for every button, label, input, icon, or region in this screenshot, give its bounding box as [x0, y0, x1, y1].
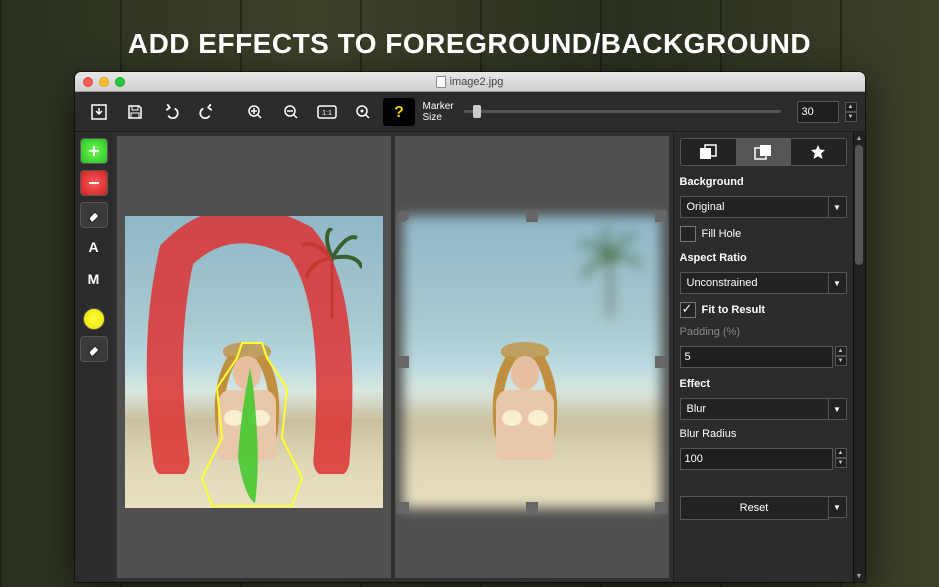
- window-title: image2.jpg: [436, 76, 504, 88]
- traffic-lights: [83, 77, 125, 87]
- svg-text:1:1: 1:1: [322, 110, 332, 117]
- crop-handle[interactable]: [397, 356, 409, 368]
- crop-handle[interactable]: [397, 210, 409, 222]
- eraser-tool-2[interactable]: [80, 336, 108, 362]
- remove-background-tool[interactable]: [80, 170, 108, 196]
- stepper-up-icon[interactable]: ▲: [835, 448, 847, 458]
- properties-panel: Background Original ▼ Fill Hole Aspect R…: [673, 132, 853, 582]
- effect-select[interactable]: Blur ▼: [680, 398, 847, 420]
- subject: [202, 342, 292, 502]
- chevron-down-icon[interactable]: ▼: [829, 196, 847, 218]
- crop-handle[interactable]: [526, 502, 538, 514]
- blur-radius-label: Blur Radius: [680, 428, 847, 440]
- help-button[interactable]: ?: [383, 98, 415, 126]
- left-editing-pane[interactable]: [117, 136, 391, 578]
- effect-section-label: Effect: [680, 378, 847, 390]
- stepper-down-icon[interactable]: ▼: [845, 112, 857, 122]
- stepper-up-icon[interactable]: ▲: [845, 102, 857, 112]
- crop-handle[interactable]: [655, 356, 667, 368]
- blur-radius-input[interactable]: 100: [680, 448, 833, 470]
- app-window: image2.jpg 1:1 ? Mark: [75, 72, 865, 582]
- marker-size-input[interactable]: 30: [797, 101, 839, 123]
- zoom-window-button[interactable]: [115, 77, 125, 87]
- fit-to-result-checkbox[interactable]: [680, 302, 696, 318]
- svg-text:?: ?: [394, 104, 404, 121]
- save-button[interactable]: [119, 98, 151, 126]
- tab-favorites[interactable]: [791, 139, 846, 165]
- undo-button[interactable]: [155, 98, 187, 126]
- auto-mode-button[interactable]: A: [80, 234, 108, 260]
- zoom-in-button[interactable]: [239, 98, 271, 126]
- scroll-down-icon[interactable]: ▼: [854, 570, 865, 582]
- canvas-area: [113, 132, 673, 582]
- aspect-ratio-select[interactable]: Unconstrained ▼: [680, 272, 847, 294]
- scroll-up-icon[interactable]: ▲: [854, 132, 865, 144]
- crop-handle[interactable]: [655, 502, 667, 514]
- padding-stepper[interactable]: ▲▼: [835, 346, 847, 368]
- preview-subject: [480, 342, 570, 502]
- titlebar: image2.jpg: [75, 72, 865, 92]
- reset-button-row: Reset ▼: [680, 496, 847, 520]
- padding-input[interactable]: 5: [680, 346, 833, 368]
- chevron-down-icon[interactable]: ▼: [829, 496, 847, 518]
- fill-hole-label: Fill Hole: [702, 228, 742, 240]
- marker-size-label: Marker Size: [423, 101, 454, 123]
- panel-tabs: [680, 138, 847, 166]
- fill-hole-checkbox[interactable]: [680, 226, 696, 242]
- eraser-tool[interactable]: [80, 202, 108, 228]
- file-icon: [436, 76, 446, 88]
- padding-label: Padding (%): [680, 326, 847, 338]
- stepper-down-icon[interactable]: ▼: [835, 356, 847, 366]
- marker-size-stepper[interactable]: ▲▼: [845, 102, 857, 122]
- background-mode-select[interactable]: Original ▼: [680, 196, 847, 218]
- stepper-down-icon[interactable]: ▼: [835, 458, 847, 468]
- toolbar: 1:1 ? Marker Size 30 ▲▼: [75, 92, 865, 132]
- tab-foreground[interactable]: [681, 139, 736, 165]
- marker-size-slider[interactable]: [464, 110, 781, 113]
- redo-button[interactable]: [191, 98, 223, 126]
- content-area: A M: [75, 132, 865, 582]
- crop-handle[interactable]: [655, 210, 667, 222]
- crop-handle[interactable]: [397, 502, 409, 514]
- reset-button[interactable]: Reset: [680, 496, 829, 520]
- zoom-fit-button[interactable]: [347, 98, 379, 126]
- add-foreground-tool[interactable]: [80, 138, 108, 164]
- vertical-scrollbar[interactable]: ▲ ▼: [853, 132, 865, 582]
- chevron-down-icon[interactable]: ▼: [829, 398, 847, 420]
- minimize-window-button[interactable]: [99, 77, 109, 87]
- chevron-down-icon[interactable]: ▼: [829, 272, 847, 294]
- background-section-label: Background: [680, 176, 847, 188]
- right-preview-pane[interactable]: [395, 136, 669, 578]
- aspect-ratio-label: Aspect Ratio: [680, 252, 847, 264]
- zoom-out-button[interactable]: [275, 98, 307, 126]
- tool-palette: A M: [75, 132, 113, 582]
- filename-label: image2.jpg: [450, 76, 504, 88]
- outline-tool[interactable]: [83, 308, 105, 330]
- close-window-button[interactable]: [83, 77, 93, 87]
- scroll-thumb[interactable]: [855, 145, 863, 265]
- tab-background[interactable]: [736, 139, 791, 165]
- headline: ADD EFFECTS TO FOREGROUND/BACKGROUND: [0, 0, 939, 72]
- stepper-up-icon[interactable]: ▲: [835, 346, 847, 356]
- download-button[interactable]: [83, 98, 115, 126]
- crop-handle[interactable]: [526, 210, 538, 222]
- fit-to-result-label: Fit to Result: [702, 304, 766, 316]
- source-image: [125, 216, 383, 508]
- manual-mode-button[interactable]: M: [80, 266, 108, 292]
- zoom-1to1-button[interactable]: 1:1: [311, 98, 343, 126]
- blur-radius-stepper[interactable]: ▲▼: [835, 448, 847, 470]
